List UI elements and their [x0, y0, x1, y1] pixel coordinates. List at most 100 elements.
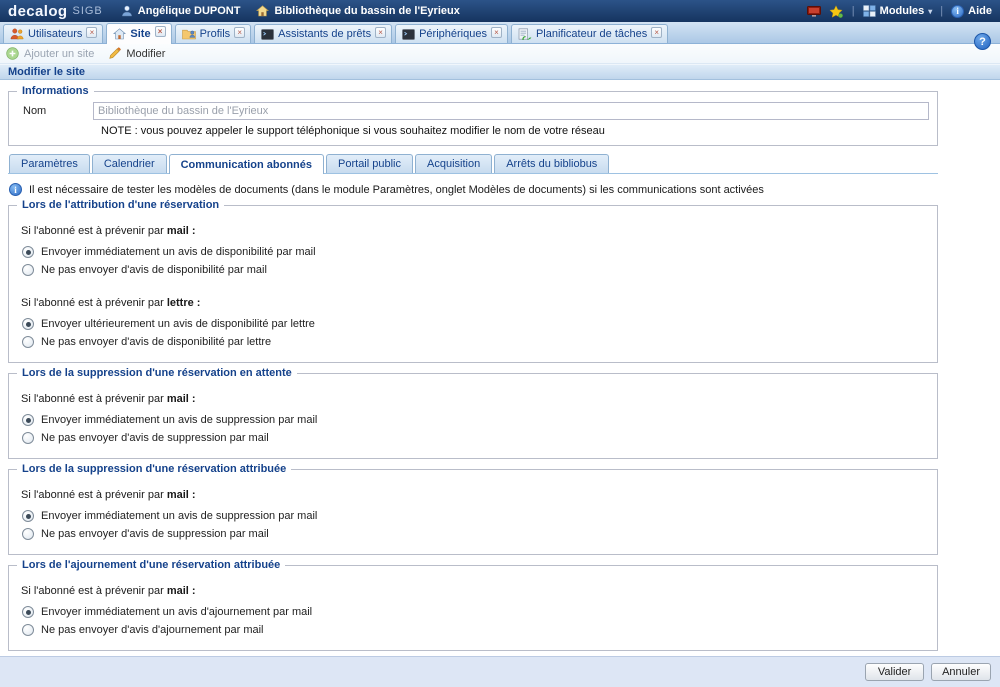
- tab-label: Calendrier: [104, 158, 155, 170]
- separator: |: [852, 5, 855, 17]
- prompt-channel: mail :: [167, 585, 196, 597]
- radio-label[interactable]: Ne pas envoyer d'avis de suppression par…: [41, 432, 269, 444]
- prompt-channel: mail :: [167, 489, 196, 501]
- radio-option[interactable]: Ne pas envoyer d'avis de suppression par…: [22, 430, 929, 446]
- tab-label: Utilisateurs: [28, 28, 82, 40]
- tab-label: Portail public: [338, 158, 401, 170]
- informations-fieldset: Informations Nom NOTE : vous pouvez appe…: [8, 91, 938, 146]
- close-icon[interactable]: ×: [375, 27, 386, 38]
- fieldset-legend: Lors de la suppression d'une réservation…: [17, 463, 291, 475]
- info-message-row: i Il est nécessaire de tester les modèle…: [9, 183, 1000, 196]
- radio-option[interactable]: Ne pas envoyer d'avis d'ajournement par …: [22, 622, 929, 638]
- module-tabstrip: Utilisateurs × Site × Profils × Assistan…: [0, 22, 1000, 44]
- tab-site[interactable]: Site ×: [106, 23, 171, 44]
- radio-option[interactable]: Envoyer immédiatement un avis d'ajournem…: [22, 604, 929, 620]
- cancel-button[interactable]: Annuler: [931, 663, 991, 681]
- terminal-icon: [402, 29, 415, 40]
- radio-button-selected[interactable]: [22, 606, 34, 618]
- fieldset-legend: Lors de l'attribution d'une réservation: [17, 199, 224, 211]
- validate-button[interactable]: Valider: [865, 663, 924, 681]
- radio-button-selected[interactable]: [22, 318, 34, 330]
- terminal-icon: [261, 29, 274, 40]
- radio-label[interactable]: Envoyer immédiatement un avis de suppres…: [41, 510, 317, 522]
- radio-button[interactable]: [22, 336, 34, 348]
- radio-option[interactable]: Envoyer immédiatement un avis de suppres…: [22, 412, 929, 428]
- tab-communication-abonnes[interactable]: Communication abonnés: [169, 154, 324, 174]
- main-content: Informations Nom NOTE : vous pouvez appe…: [0, 80, 1000, 651]
- radio-button[interactable]: [22, 528, 34, 540]
- tab-planificateur-de-taches[interactable]: Planificateur de tâches ×: [511, 24, 668, 43]
- section-ajournement-attribuee: Lors de l'ajournement d'une réservation …: [8, 565, 938, 651]
- chevron-down-icon: ▾: [928, 7, 932, 16]
- remote-support-icon[interactable]: [807, 6, 821, 17]
- radio-option[interactable]: Ne pas envoyer d'avis de suppression par…: [22, 526, 929, 542]
- close-icon[interactable]: ×: [155, 26, 166, 37]
- tab-portail-public[interactable]: Portail public: [326, 154, 413, 173]
- users-icon: [10, 28, 24, 40]
- user-icon: [121, 5, 133, 17]
- radio-button-selected[interactable]: [22, 246, 34, 258]
- fieldset-legend: Informations: [17, 85, 94, 97]
- tab-label: Planificateur de tâches: [536, 28, 647, 40]
- radio-button[interactable]: [22, 264, 34, 276]
- prompt-text: Si l'abonné est à prévenir par: [21, 489, 167, 501]
- radio-button[interactable]: [22, 432, 34, 444]
- notify-prompt: Si l'abonné est à prévenir par mail :: [21, 585, 929, 597]
- prompt-text: Si l'abonné est à prévenir par: [21, 585, 167, 597]
- tab-parametres[interactable]: Paramètres: [9, 154, 90, 173]
- tab-arrets-du-bibliobus[interactable]: Arrêts du bibliobus: [494, 154, 609, 173]
- help-circle-icon[interactable]: ?: [974, 33, 991, 50]
- favorites-star-icon[interactable]: [829, 5, 844, 18]
- close-icon[interactable]: ×: [86, 27, 97, 38]
- close-icon[interactable]: ×: [491, 27, 502, 38]
- help-button[interactable]: i Aide: [951, 5, 992, 18]
- radio-option[interactable]: Ne pas envoyer d'avis de disponibilité p…: [22, 262, 929, 278]
- edit-button[interactable]: Modifier: [108, 47, 165, 60]
- tab-calendrier[interactable]: Calendrier: [92, 154, 167, 173]
- tab-label: Acquisition: [427, 158, 480, 170]
- radio-label[interactable]: Ne pas envoyer d'avis de disponibilité p…: [41, 264, 267, 276]
- site-name-input[interactable]: [93, 102, 929, 120]
- tab-utilisateurs[interactable]: Utilisateurs ×: [3, 24, 103, 43]
- tab-profils[interactable]: Profils ×: [175, 24, 252, 43]
- app-logo-suffix: SIGB: [72, 5, 102, 17]
- radio-button-selected[interactable]: [22, 510, 34, 522]
- radio-option[interactable]: Envoyer immédiatement un avis de disponi…: [22, 244, 929, 260]
- radio-button-selected[interactable]: [22, 414, 34, 426]
- tab-label: Profils: [200, 28, 231, 40]
- current-site[interactable]: Bibliothèque du bassin de l'Eyrieux: [256, 5, 459, 17]
- fieldset-legend: Lors de la suppression d'une réservation…: [17, 367, 297, 379]
- tab-label: Arrêts du bibliobus: [506, 158, 597, 170]
- radio-label[interactable]: Envoyer immédiatement un avis de disponi…: [41, 246, 316, 258]
- radio-label[interactable]: Envoyer immédiatement un avis d'ajournem…: [41, 606, 312, 618]
- tab-peripheriques[interactable]: Périphériques ×: [395, 24, 508, 43]
- add-site-button[interactable]: Ajouter un site: [6, 47, 94, 60]
- radio-button[interactable]: [22, 624, 34, 636]
- current-user-label: Angélique DUPONT: [138, 5, 241, 17]
- radio-label[interactable]: Ne pas envoyer d'avis de suppression par…: [41, 528, 269, 540]
- tab-acquisition[interactable]: Acquisition: [415, 154, 492, 173]
- close-icon[interactable]: ×: [651, 27, 662, 38]
- radio-label[interactable]: Envoyer ultérieurement un avis de dispon…: [41, 318, 315, 330]
- notify-prompt: Si l'abonné est à prévenir par mail :: [21, 393, 929, 405]
- radio-label[interactable]: Envoyer immédiatement un avis de suppres…: [41, 414, 317, 426]
- close-icon[interactable]: ×: [234, 27, 245, 38]
- app-logo: decalog: [8, 3, 67, 20]
- tab-label: Site: [130, 28, 150, 40]
- page-title: Modifier le site: [0, 64, 1000, 80]
- radio-label[interactable]: Ne pas envoyer d'avis de disponibilité p…: [41, 336, 271, 348]
- prompt-channel: lettre :: [167, 297, 201, 309]
- modules-button[interactable]: Modules ▾: [863, 5, 933, 17]
- info-icon: i: [951, 5, 964, 18]
- radio-option[interactable]: Ne pas envoyer d'avis de disponibilité p…: [22, 334, 929, 350]
- name-label: Nom: [15, 105, 93, 117]
- add-icon: [6, 47, 19, 60]
- radio-option[interactable]: Envoyer ultérieurement un avis de dispon…: [22, 316, 929, 332]
- scheduler-icon: [518, 28, 532, 40]
- modules-label: Modules: [880, 5, 925, 17]
- radio-label[interactable]: Ne pas envoyer d'avis d'ajournement par …: [41, 624, 263, 636]
- tab-assistants-de-prets[interactable]: Assistants de prêts ×: [254, 24, 392, 43]
- current-user[interactable]: Angélique DUPONT: [121, 5, 241, 17]
- radio-option[interactable]: Envoyer immédiatement un avis de suppres…: [22, 508, 929, 524]
- edit-label: Modifier: [126, 48, 165, 60]
